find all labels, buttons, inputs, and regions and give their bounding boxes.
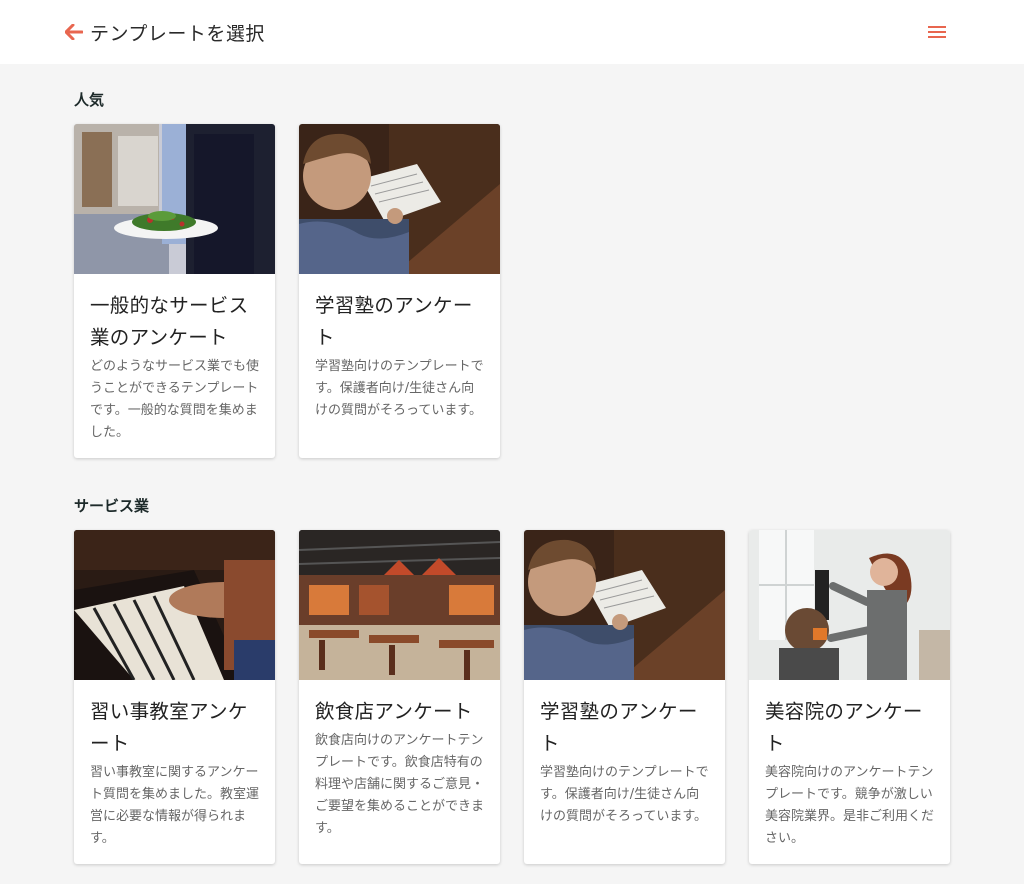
card-title: 美容院のアンケート <box>765 700 923 755</box>
template-card-beauty-salon[interactable]: 美容院のアンケート 美容院向けのアンケートテンプレートです。競争が激しい美容院業… <box>749 530 950 864</box>
template-card-general-service[interactable]: 一般的なサービス業のアンケート どのようなサービス業でも使うことができるテンプレ… <box>74 124 275 458</box>
card-description: どのようなサービス業でも使うことができるテンプレートです。一般的な質問を集めまし… <box>90 359 260 440</box>
card-title: 習い事教室アンケート <box>90 700 248 755</box>
section-title-service: サービス業 <box>74 497 150 515</box>
card-description: 学習塾向けのテンプレートです。保護者向け/生徒さん向けの質問がそろっています。 <box>315 359 484 418</box>
back-button[interactable] <box>64 22 84 42</box>
section-title-popular: 人気 <box>74 91 105 109</box>
card-title: 学習塾のアンケート <box>540 700 698 755</box>
card-image-student-writing <box>299 124 500 274</box>
arrow-left-icon <box>65 24 83 40</box>
card-description: 美容院向けのアンケートテンプレートです。競争が激しい美容院業界。是非ご利用くださ… <box>765 765 935 846</box>
menu-button[interactable] <box>927 24 949 40</box>
hamburger-menu-icon <box>928 26 946 38</box>
card-image-waiter <box>74 124 275 274</box>
card-image-restaurant-interior <box>299 530 500 680</box>
card-image-student-writing <box>524 530 725 680</box>
app-header: テンプレートを選択 <box>0 0 1024 64</box>
template-card-cram-school-2[interactable]: 学習塾のアンケート 学習塾向けのテンプレートです。保護者向け/生徒さん向けの質問… <box>524 530 725 864</box>
card-title: 一般的なサービス業のアンケート <box>90 294 249 349</box>
page-title: テンプレートを選択 <box>90 23 265 45</box>
card-description: 学習塾向けのテンプレートです。保護者向け/生徒さん向けの質問がそろっています。 <box>540 765 709 824</box>
card-image-piano <box>74 530 275 680</box>
card-image-hair-salon <box>749 530 950 680</box>
template-card-lesson-class[interactable]: 習い事教室アンケート 習い事教室に関するアンケート質問を集めました。教室運営に必… <box>74 530 275 864</box>
card-title: 飲食店アンケート <box>315 700 473 723</box>
template-card-restaurant[interactable]: 飲食店アンケート 飲食店向けのアンケートテンプレートです。飲食店特有の料理や店舗… <box>299 530 500 864</box>
card-description: 飲食店向けのアンケートテンプレートです。飲食店特有の料理や店舗に関するご意見・ご… <box>315 733 485 836</box>
card-description: 習い事教室に関するアンケート質問を集めました。教室運営に必要な情報が得られます。 <box>90 765 260 846</box>
card-title: 学習塾のアンケート <box>315 294 473 349</box>
template-card-cram-school[interactable]: 学習塾のアンケート 学習塾向けのテンプレートです。保護者向け/生徒さん向けの質問… <box>299 124 500 458</box>
